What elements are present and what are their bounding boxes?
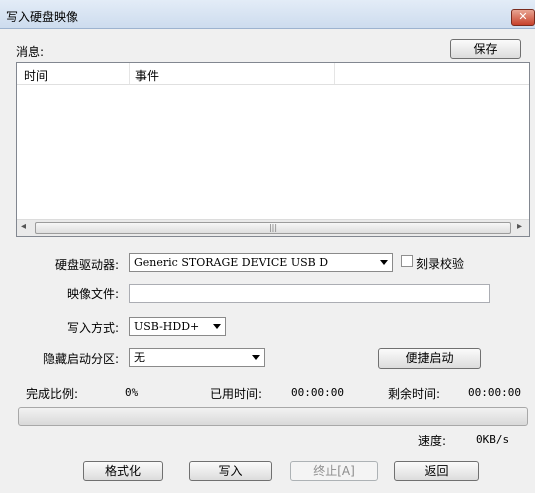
hidden-partition-label: 隐藏启动分区: <box>43 352 120 366</box>
message-list[interactable]: 时间 事件 ◂ ||| ▸ <box>16 62 530 237</box>
messages-label: 消息: <box>16 45 45 59</box>
close-button[interactable]: ✕ <box>511 9 535 26</box>
back-button[interactable]: 返回 <box>394 461 479 481</box>
hidden-partition-value: 无 <box>134 351 145 364</box>
scroll-right-icon[interactable]: ▸ <box>517 221 522 232</box>
remaining-value: 00:00:00 <box>468 386 521 399</box>
remaining-label: 剩余时间: <box>388 387 441 401</box>
speed-value: 0KB/s <box>476 433 510 446</box>
elapsed-value: 00:00:00 <box>291 386 344 399</box>
stop-button[interactable]: 终止[A] <box>290 461 378 481</box>
format-button[interactable]: 格式化 <box>83 461 163 481</box>
drive-select[interactable]: Generic STORAGE DEVICE USB D <box>129 253 393 272</box>
window-title: 写入硬盘映像 <box>6 10 79 24</box>
drive-select-value: Generic STORAGE DEVICE USB D <box>134 256 329 269</box>
write-mode-value: USB-HDD+ <box>134 320 200 333</box>
complete-label: 完成比例: <box>26 387 79 401</box>
chevron-down-icon <box>380 260 388 265</box>
column-divider <box>129 63 130 84</box>
image-file-label: 映像文件: <box>67 287 120 301</box>
write-mode-label: 写入方式: <box>67 321 120 335</box>
elapsed-label: 已用时间: <box>210 387 263 401</box>
message-list-header: 时间 事件 <box>17 63 529 85</box>
speed-label: 速度: <box>418 434 447 448</box>
image-file-input[interactable] <box>129 284 490 303</box>
hidden-partition-select[interactable]: 无 <box>129 348 265 367</box>
drive-label: 硬盘驱动器: <box>55 258 120 272</box>
complete-value: 0% <box>125 386 139 399</box>
title-bar <box>0 0 535 29</box>
write-button[interactable]: 写入 <box>189 461 272 481</box>
scroll-thumb[interactable]: ||| <box>35 222 511 234</box>
horizontal-scrollbar[interactable]: ◂ ||| ▸ <box>17 219 529 236</box>
save-button[interactable]: 保存 <box>450 39 521 59</box>
verify-checkbox[interactable] <box>401 255 413 267</box>
verify-label: 刻录校验 <box>416 257 465 271</box>
write-mode-select[interactable]: USB-HDD+ <box>129 317 226 336</box>
column-header-event[interactable]: 事件 <box>135 67 159 84</box>
progress-bar <box>18 407 528 426</box>
quick-boot-button[interactable]: 便捷启动 <box>378 348 481 369</box>
chevron-down-icon <box>252 355 260 360</box>
column-divider <box>334 63 335 84</box>
scroll-left-icon[interactable]: ◂ <box>21 221 26 232</box>
chevron-down-icon <box>213 324 221 329</box>
column-header-time[interactable]: 时间 <box>24 67 48 84</box>
